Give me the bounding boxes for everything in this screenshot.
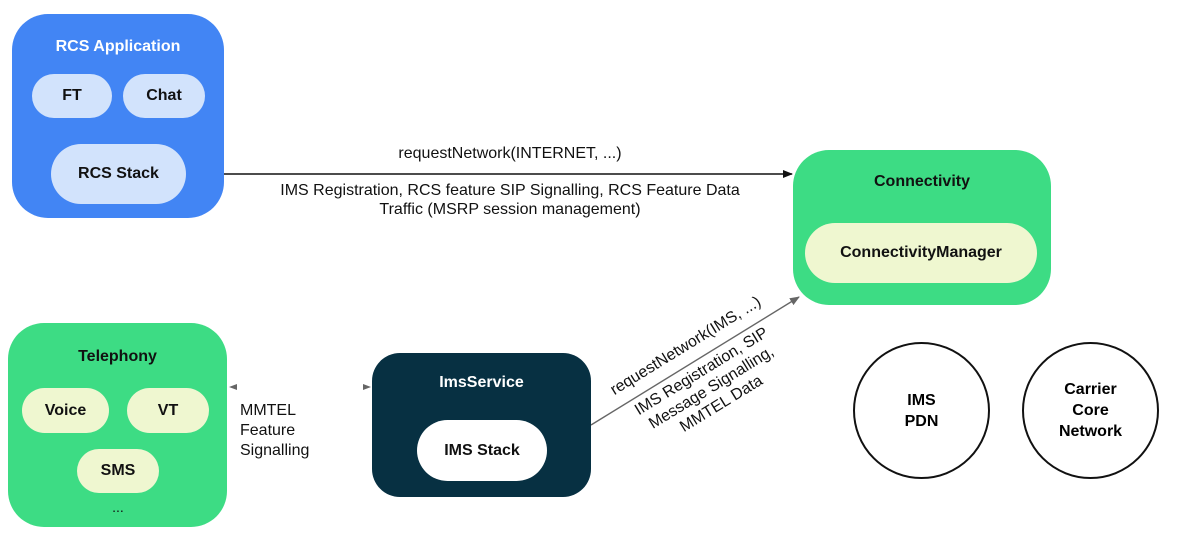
sms-component: SMS	[77, 449, 159, 493]
telephony-more-ellipsis: ...	[112, 499, 124, 515]
rcs-traffic-label-line2: Traffic (MSRP session management)	[379, 201, 641, 218]
ims-stack-component: IMS Stack	[417, 420, 547, 481]
rcs-application-title: RCS Application	[55, 38, 181, 55]
mmtel-label-line1: MMTEL	[240, 402, 296, 419]
connectivity-title: Connectivity	[873, 173, 970, 190]
carrier-core-label-line1: Carrier	[1064, 381, 1117, 398]
carrier-core-network-node: Carrier Core Network	[1022, 342, 1159, 479]
chat-component: Chat	[123, 74, 205, 118]
vt-component: VT	[127, 388, 209, 433]
connectivity-manager-component: ConnectivityManager	[805, 223, 1037, 283]
rcs-stack-component: RCS Stack	[51, 144, 186, 204]
rcs-request-network-label: requestNetwork(INTERNET, ...)	[398, 145, 622, 162]
voice-component: Voice	[22, 388, 109, 433]
ims-pdn-node: IMS PDN	[853, 342, 990, 479]
ims-service-title: ImsService	[439, 374, 524, 391]
carrier-core-label-line2: Core	[1072, 402, 1109, 419]
telephony-arrowhead	[229, 384, 237, 390]
mmtel-label-line2: Feature	[240, 422, 296, 439]
ims-service-arrowhead	[363, 384, 371, 390]
ims-pdn-label-line2: PDN	[904, 412, 939, 430]
carrier-core-label-line3: Network	[1058, 423, 1123, 440]
telephony-title: Telephony	[78, 348, 157, 365]
ims-pdn-label-line1: IMS	[907, 391, 936, 409]
mmtel-label-line3: Signalling	[240, 442, 310, 459]
ft-component: FT	[32, 74, 112, 118]
rcs-traffic-label-line1: IMS Registration, RCS feature SIP Signal…	[280, 182, 740, 199]
